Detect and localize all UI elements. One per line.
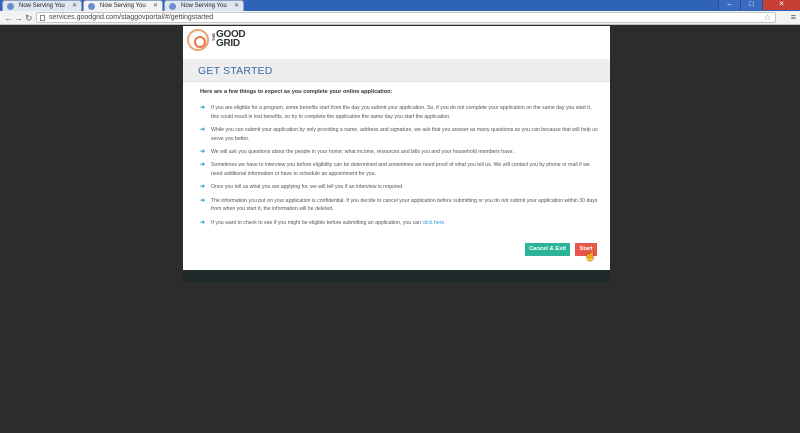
window-controls: – □ ✕ [718, 0, 800, 11]
browser-tab-active[interactable]: Now Serving You ✕ [83, 0, 163, 11]
back-arrow-icon[interactable]: ← [4, 12, 13, 24]
omnibar: ← → ↻ services.goodgrid.com/staggovporta… [0, 11, 800, 25]
list-item-text: We will ask you questions about the peop… [211, 148, 514, 155]
minimize-icon[interactable]: – [718, 0, 740, 10]
logo-mark-icon [187, 29, 209, 51]
arrow-right-icon: ➜ [200, 105, 206, 111]
expectations-list: ➜ If you are eligible for a program, some… [200, 104, 600, 232]
favicon-icon [88, 3, 95, 10]
list-item: ➜ Once you tell us what you are applying … [200, 183, 600, 192]
modal-header: GET STARTED [183, 59, 610, 82]
page-footer-strip [183, 270, 610, 282]
list-item: ➜ The information you put on your applica… [200, 197, 600, 214]
list-item-text: Once you tell us what you are applying f… [211, 184, 404, 191]
url-text: services.goodgrid.com/staggovportal/#/ge… [49, 14, 214, 21]
list-item-text: While you can submit your application by… [211, 126, 598, 142]
list-item-text: If you are eligible for a program, some … [211, 105, 592, 120]
cancel-exit-button[interactable]: Cancel & Exit [525, 243, 570, 256]
list-item-text: If you want to check to see if you might… [211, 219, 423, 226]
bookmark-star-icon[interactable]: ☆ [764, 13, 771, 22]
list-item: ➜ Sometimes we have to interview you befo… [200, 161, 600, 178]
address-bar[interactable]: services.goodgrid.com/staggovportal/#/ge… [36, 12, 776, 23]
list-item-text: Sometimes we have to interview you befor… [211, 162, 590, 177]
arrow-right-icon: ➜ [200, 219, 206, 226]
close-window-icon[interactable]: ✕ [762, 0, 800, 10]
close-tab-icon[interactable]: ✕ [153, 2, 158, 9]
close-tab-icon[interactable]: ✕ [72, 2, 77, 9]
arrow-right-icon: ➜ [200, 126, 206, 133]
menu-icon[interactable]: ≡ [791, 12, 796, 23]
tab-label: Now Serving You [19, 3, 65, 9]
intro-text: Here are a few things to expect as you c… [200, 89, 393, 95]
list-item-text: The information you put on your applicat… [211, 197, 598, 213]
list-item: ➜ If you are eligible for a program, some… [200, 104, 600, 121]
arrow-right-icon: ➜ [200, 162, 206, 169]
arrow-right-icon: ➜ [200, 197, 206, 204]
hand-cursor-icon: ☝ [584, 251, 597, 262]
browser-tab[interactable]: Now Serving You ✕ [2, 0, 82, 11]
get-started-modal: THE GOOD GRID GET STARTED Here are a few… [183, 26, 610, 270]
list-item: ➜ We will ask you questions about the peo… [200, 148, 600, 157]
tab-label: Now Serving You [181, 3, 227, 9]
arrow-right-icon: ➜ [200, 184, 206, 191]
favicon-icon [169, 3, 176, 10]
page-title: GET STARTED [198, 65, 273, 77]
eligibility-check-link[interactable]: click here [422, 220, 444, 226]
reload-icon[interactable]: ↻ [25, 12, 33, 24]
list-item: ➜ While you can submit your application b… [200, 126, 600, 143]
close-tab-icon[interactable]: ✕ [234, 2, 239, 9]
arrow-right-icon: ➜ [200, 148, 206, 155]
logo-line2: GRID [216, 38, 240, 49]
tab-strip: Now Serving You ✕ Now Serving You ✕ Now … [0, 0, 800, 11]
maximize-icon[interactable]: □ [740, 0, 762, 10]
list-item: ➜ If you want to check to see if you migh… [200, 219, 600, 228]
logo-text: GOOD GRID [216, 30, 246, 49]
browser-tab[interactable]: Now Serving You ✕ [164, 0, 244, 11]
favicon-icon [7, 3, 14, 10]
page-icon [40, 15, 45, 21]
forward-arrow-icon[interactable]: → [14, 12, 23, 24]
list-item-end: . [444, 219, 446, 226]
tab-label: Now Serving You [100, 3, 146, 9]
